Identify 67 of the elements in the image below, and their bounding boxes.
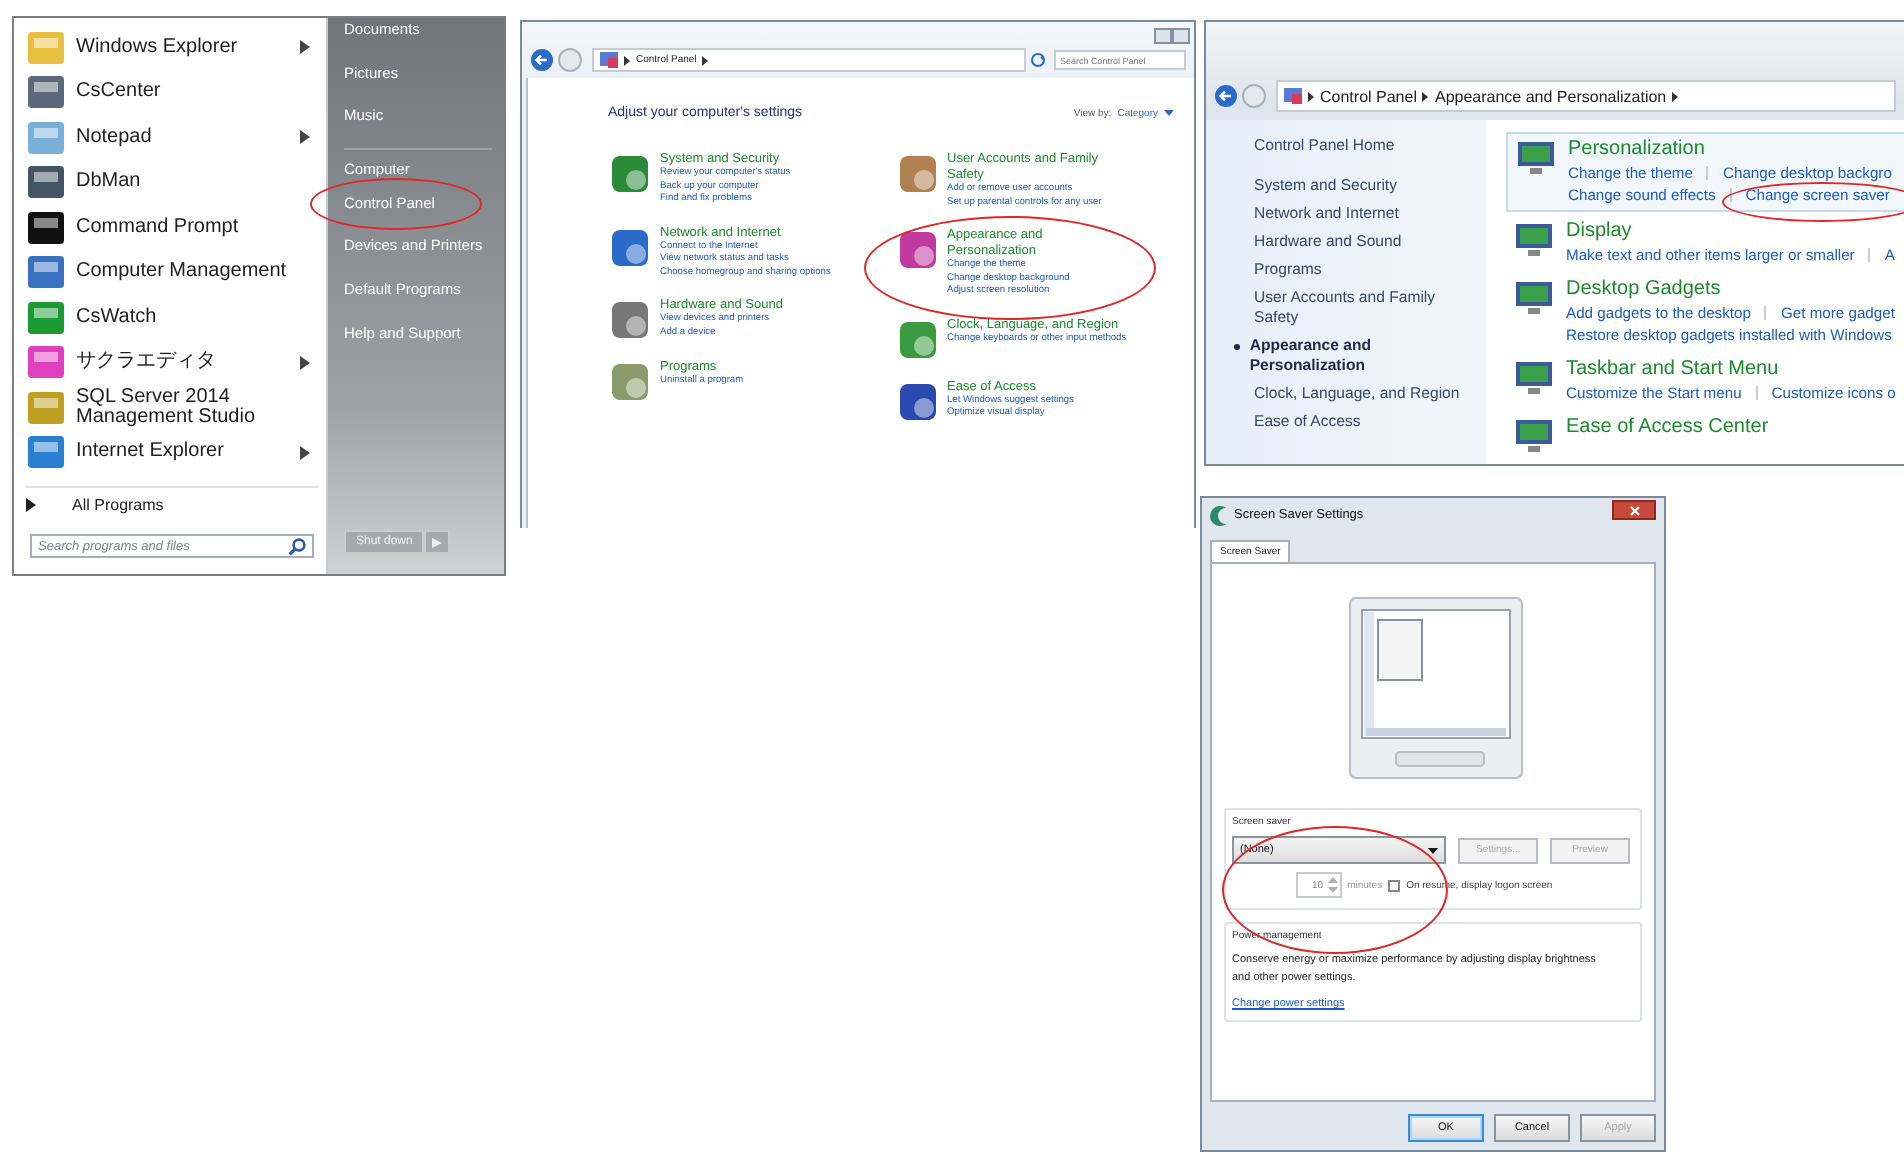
refresh-icon [1030, 52, 1046, 68]
program-item[interactable]: サクラエディタ [26, 341, 318, 384]
program-item[interactable]: CsCenter [26, 71, 318, 114]
program-item[interactable]: Notepad [26, 116, 318, 159]
section-link[interactable]: Taskbar and Start Menu [1566, 358, 1896, 382]
app-icon [26, 342, 66, 383]
dropdown-arrow-icon [1428, 847, 1439, 853]
program-item[interactable]: Windows Explorer [26, 26, 318, 69]
control-panel-icon [1284, 88, 1302, 104]
category-icon [895, 317, 939, 361]
search-icon [288, 537, 306, 555]
dropdown-arrow-icon [1164, 110, 1174, 116]
program-item[interactable]: CsWatch [26, 296, 318, 339]
app-icon [26, 72, 66, 113]
chevron-icon [1308, 91, 1314, 101]
breadcrumb-item[interactable]: Control Panel [1320, 87, 1417, 105]
chevron-icon [624, 55, 630, 65]
back-icon [1214, 84, 1238, 108]
back-icon [530, 48, 554, 72]
monitor-icon [1514, 220, 1554, 260]
category-icon [608, 225, 652, 269]
program-item[interactable]: Computer Management [26, 251, 318, 294]
window-buttons-icon [1154, 28, 1190, 44]
section-link[interactable]: Ease of Access Center [1566, 416, 1769, 440]
program-item[interactable]: Internet Explorer [26, 431, 318, 474]
app-icon [26, 252, 66, 293]
category-icon [895, 152, 939, 196]
category-icon [608, 360, 652, 404]
monitor-icon [1514, 358, 1554, 398]
bullet-icon [1234, 344, 1240, 350]
chevron-icon [702, 55, 709, 65]
app-icon [26, 387, 66, 428]
app-icon [26, 432, 66, 473]
app-icon [26, 162, 66, 203]
program-item[interactable]: Command Prompt [26, 206, 318, 249]
category-icon [895, 228, 939, 272]
screen-saver-icon [1210, 505, 1228, 525]
section-link[interactable]: Display [1566, 220, 1895, 244]
section-link[interactable]: Desktop Gadgets [1566, 278, 1895, 302]
program-item[interactable]: SQL Server 2014 Management Studio [26, 386, 318, 429]
chevron-icon [1422, 91, 1429, 101]
forward-icon [558, 48, 582, 72]
category-icon [608, 152, 652, 196]
monitor-icon [1514, 278, 1554, 318]
section-link[interactable]: Personalization [1568, 138, 1892, 162]
all-programs-item[interactable]: All Programs [26, 486, 318, 514]
close-icon [1629, 505, 1639, 515]
shut-down-options-button[interactable] [424, 530, 451, 554]
monitor-icon [1516, 138, 1556, 178]
program-item[interactable]: DbMan [26, 161, 318, 204]
triangle-icon [26, 498, 36, 512]
chevron-icon [1672, 91, 1679, 101]
app-icon [26, 207, 66, 248]
spin-arrows-icon [1327, 876, 1338, 894]
app-icon [26, 27, 66, 68]
category-icon [895, 379, 939, 423]
app-icon [26, 117, 66, 158]
breadcrumb-item[interactable]: Appearance and Personalization [1434, 87, 1667, 105]
app-icon [26, 297, 66, 338]
category-icon [608, 298, 652, 342]
arrow-icon [432, 537, 443, 547]
address-bar[interactable]: Control Panel Appearance and Personalization [1276, 80, 1896, 112]
monitor-icon [1514, 416, 1554, 456]
forward-icon [1242, 84, 1266, 108]
checkbox[interactable] [1388, 879, 1401, 891]
close-button[interactable] [1612, 500, 1656, 520]
control-panel-icon [600, 52, 618, 68]
